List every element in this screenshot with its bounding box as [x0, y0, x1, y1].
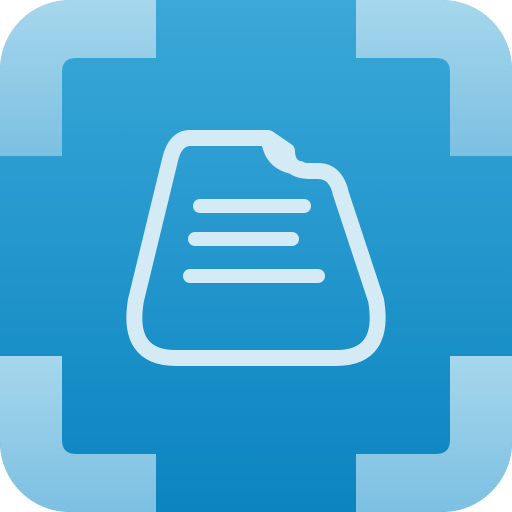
app-icon-graphic	[0, 0, 512, 512]
document-scanner-app-icon	[0, 0, 512, 512]
